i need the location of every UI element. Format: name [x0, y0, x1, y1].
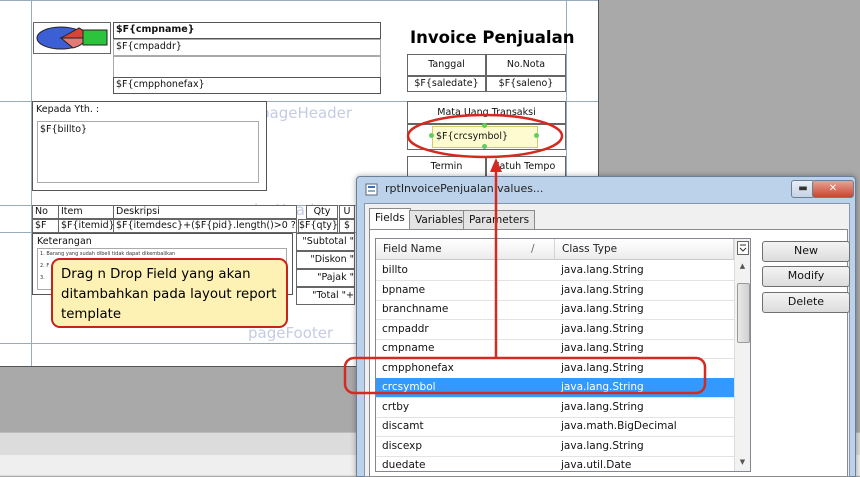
- instruction-callout: Drag n Drop Field yang akan ditambahkan …: [51, 258, 288, 328]
- drag-arrow-head-icon: [490, 158, 502, 172]
- annotation-overlay: [343, 113, 707, 395]
- highlight-selected-field: [343, 356, 707, 395]
- highlight-ellipse-target: [406, 113, 564, 159]
